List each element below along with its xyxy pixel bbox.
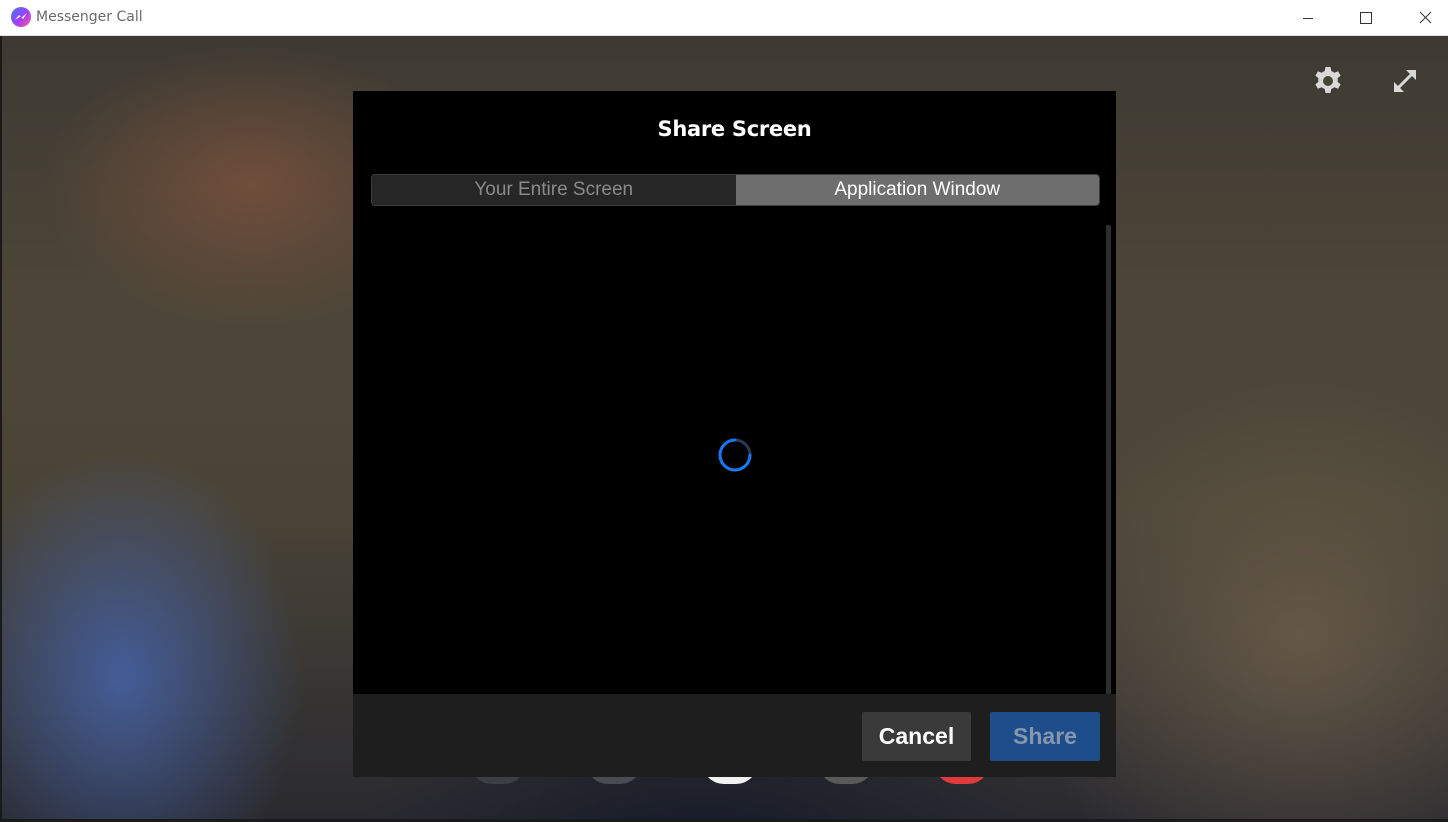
- gear-icon: [1315, 67, 1341, 93]
- close-icon: [1419, 11, 1431, 24]
- fullscreen-button[interactable]: [1388, 64, 1422, 98]
- share-screen-dialog: Share Screen Your Entire Screen Applicat…: [353, 91, 1116, 777]
- tab-application-window[interactable]: Application Window: [735, 175, 1099, 205]
- minimize-icon: [1303, 17, 1313, 19]
- messenger-icon: [11, 7, 31, 27]
- cancel-button[interactable]: Cancel: [862, 712, 971, 761]
- loading-spinner-icon: [718, 438, 752, 472]
- dialog-title: Share Screen: [657, 117, 812, 141]
- maximize-icon: [1360, 11, 1372, 24]
- maximize-button[interactable]: [1343, 0, 1389, 35]
- expand-icon: [1394, 70, 1416, 92]
- title-bar: Messenger Call: [0, 0, 1448, 36]
- close-button[interactable]: [1402, 0, 1448, 35]
- settings-button[interactable]: [1311, 64, 1345, 98]
- window-title: Messenger Call: [36, 9, 143, 25]
- scrollbar[interactable]: [1106, 225, 1111, 695]
- tab-entire-screen[interactable]: Your Entire Screen: [372, 175, 736, 205]
- messenger-call-window: Messenger Call Share Screen Your Entire …: [0, 0, 1448, 822]
- share-source-tabs: Your Entire Screen Application Window: [371, 174, 1100, 206]
- dialog-footer: Cancel Share: [353, 694, 1116, 777]
- minimize-button[interactable]: [1285, 0, 1331, 35]
- share-button[interactable]: Share: [990, 712, 1100, 761]
